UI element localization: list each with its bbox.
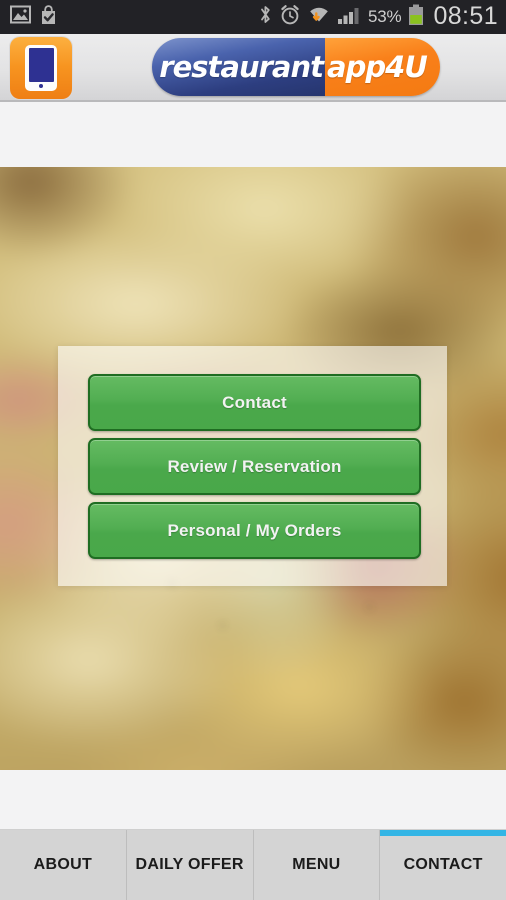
bluetooth-icon (259, 4, 272, 30)
phone-screen: 53% 08:51 restaurant app4U Contact Revie… (0, 0, 506, 900)
tab-contact-label: CONTACT (403, 856, 483, 873)
tab-contact[interactable]: CONTACT (380, 830, 506, 900)
restaurantapp4u-logo: restaurant app4U (152, 38, 440, 96)
restaurant-app-icon[interactable] (10, 37, 72, 99)
signal-bars-icon (337, 5, 361, 30)
status-bar-system-icons: 53% 08:51 (259, 1, 498, 31)
tablet-home-button (39, 84, 43, 88)
play-store-bag-check-icon (39, 4, 58, 30)
tablet-icon (25, 45, 57, 91)
logo-left-text: restaurant (159, 50, 324, 84)
contact-button-label: Contact (222, 392, 287, 412)
status-bar-clock: 08:51 (433, 1, 498, 30)
personal-my-orders-button[interactable]: Personal / My Orders (88, 502, 421, 559)
status-bar: 53% 08:51 (0, 0, 506, 34)
alarm-clock-icon (279, 4, 301, 31)
battery-icon (408, 4, 424, 31)
tab-daily-offer-label: DAILY OFFER (135, 856, 244, 873)
tab-about[interactable]: ABOUT (0, 830, 127, 900)
tab-menu-label: MENU (292, 856, 341, 873)
tab-menu[interactable]: MENU (254, 830, 381, 900)
battery-percent-label: 53% (368, 7, 402, 26)
contact-button[interactable]: Contact (88, 374, 421, 431)
logo-left-half: restaurant (152, 38, 325, 96)
status-bar-notifications (10, 4, 58, 30)
logo-right-half: app4U (325, 38, 440, 96)
contact-menu-panel: Contact Review / Reservation Personal / … (58, 346, 447, 586)
tab-daily-offer[interactable]: DAILY OFFER (127, 830, 254, 900)
tab-about-label: ABOUT (33, 856, 93, 873)
review-reservation-button-label: Review / Reservation (167, 456, 342, 476)
app-header: restaurant app4U (0, 34, 506, 102)
content-tabbar-spacer (0, 770, 506, 829)
tablet-screen (28, 48, 54, 82)
wifi-download-icon (308, 4, 330, 30)
review-reservation-button[interactable]: Review / Reservation (88, 438, 421, 495)
contact-menu-button-list: Contact Review / Reservation Personal / … (88, 374, 421, 559)
logo-right-text: app4U (327, 50, 428, 84)
header-content-spacer (0, 102, 506, 167)
personal-my-orders-button-label: Personal / My Orders (167, 520, 342, 540)
gallery-icon (10, 5, 31, 29)
bottom-tab-bar: ABOUT DAILY OFFER MENU CONTACT (0, 829, 506, 900)
